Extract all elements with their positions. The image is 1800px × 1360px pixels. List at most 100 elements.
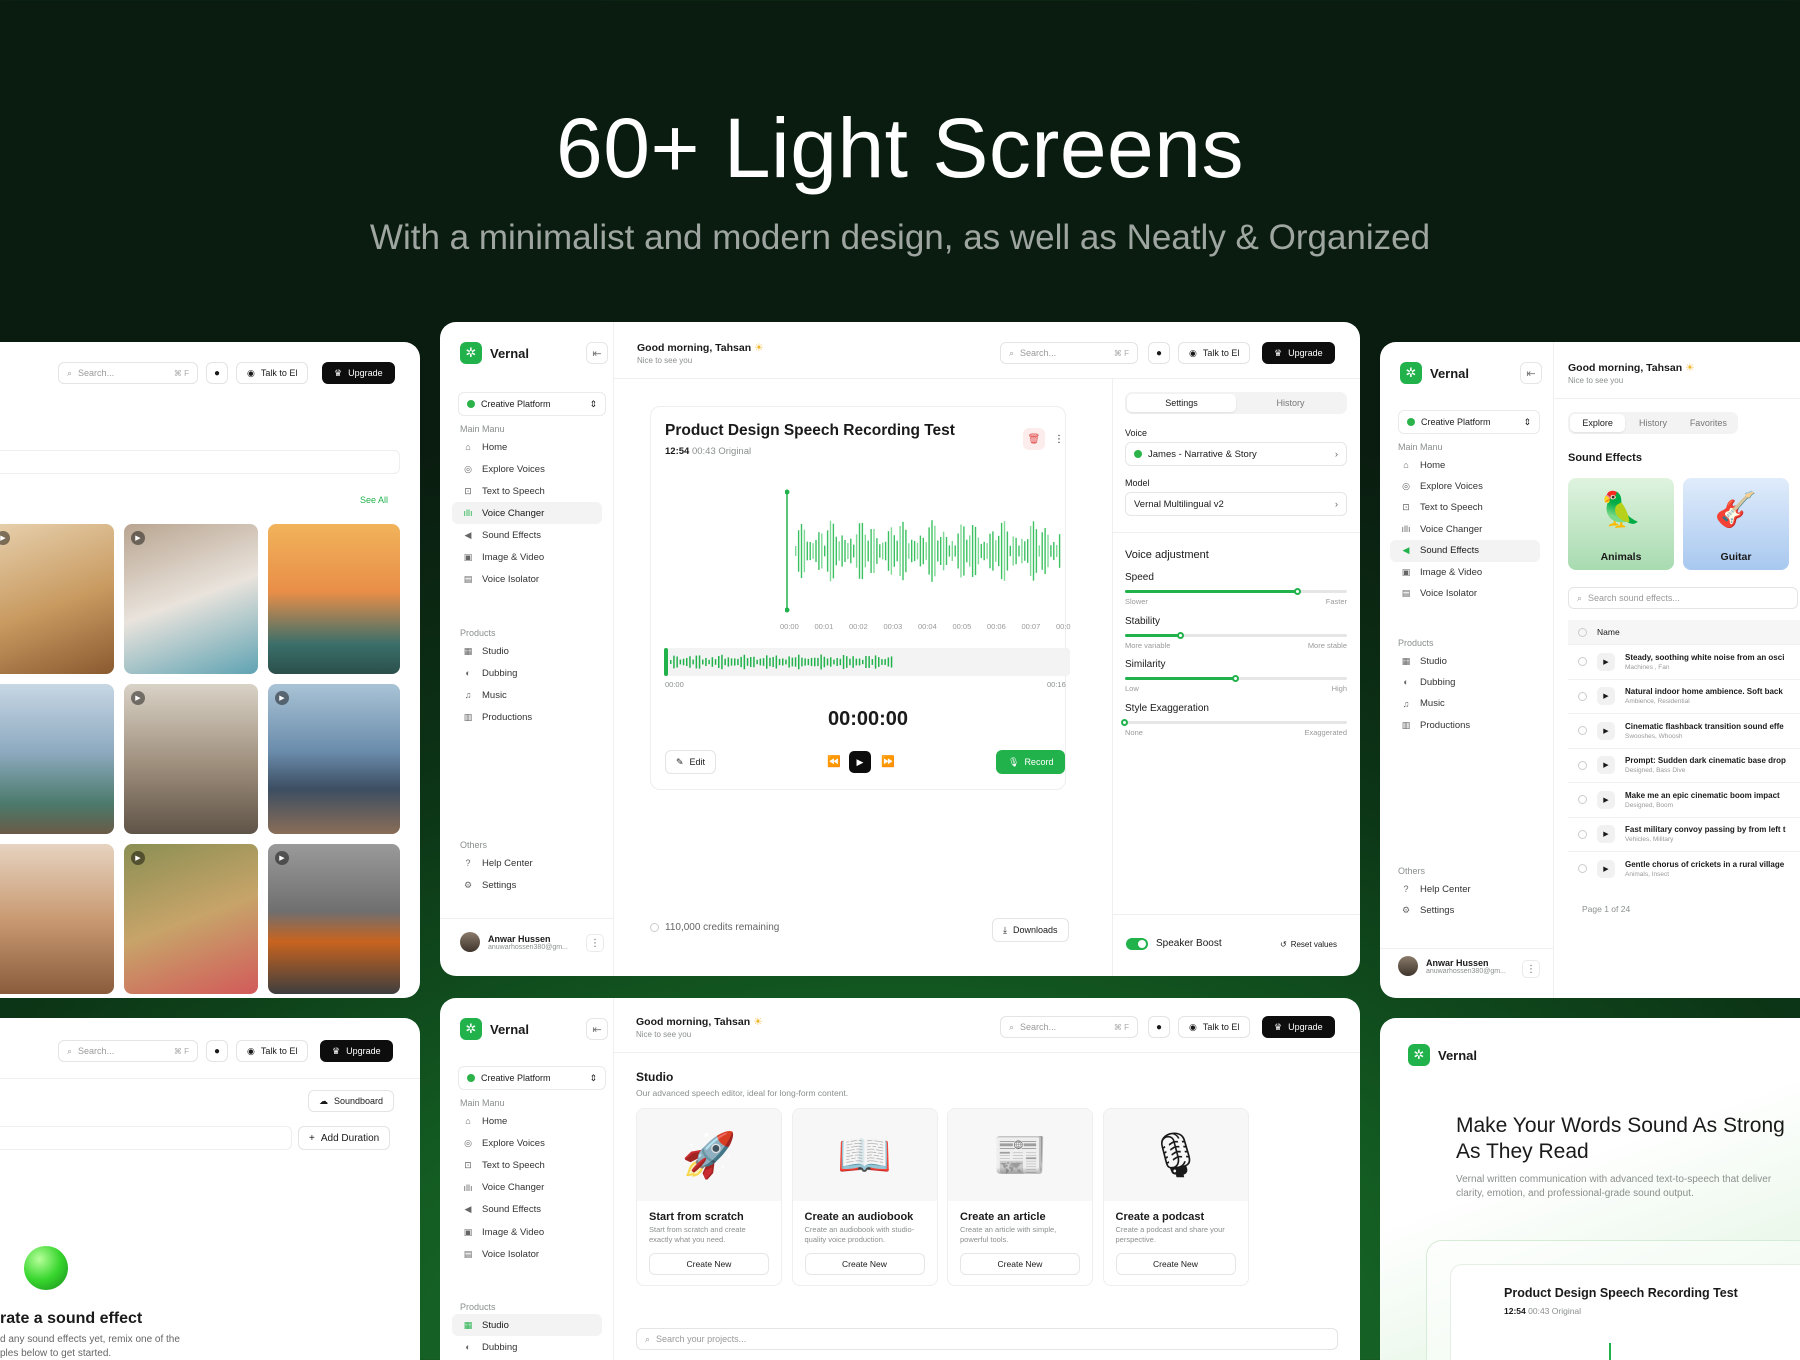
thumb-city[interactable]: ▶ (268, 684, 400, 834)
table-row[interactable]: ▶ Steady, soothing white noise from an os… (1568, 644, 1800, 678)
play-icon[interactable]: ▶ (1597, 756, 1615, 774)
nav-item-dubbing[interactable]: ◐ Dubbing (1390, 671, 1540, 693)
thumb-mountains[interactable] (0, 684, 114, 834)
theme-icon[interactable]: ● (206, 1040, 228, 1062)
search-projects-input[interactable]: ⌕ Search your projects... (636, 1328, 1338, 1350)
nav-item-dubbing[interactable]: ◐ Dubbing (452, 662, 602, 684)
scrubber[interactable] (664, 648, 1070, 676)
nav-item-voice-isolator[interactable]: ▤ Voice Isolator (452, 568, 602, 590)
model-select[interactable]: Vernal Multilingual v2 › (1125, 492, 1347, 516)
nav-item-voice-changer[interactable]: ıllı Voice Changer (1390, 518, 1540, 540)
table-row[interactable]: ▶ Fast military convoy passing by from le… (1568, 816, 1800, 851)
thumb-kitten[interactable]: ▶ (124, 524, 258, 674)
soundboard-button[interactable]: ☁ Soundboard (308, 1090, 395, 1112)
create-new-button[interactable]: Create New (649, 1253, 769, 1275)
search-sound-input[interactable]: ⌕ Search sound effects... (1568, 587, 1798, 609)
talk-to-el-button[interactable]: ◉ Talk to El (236, 1040, 309, 1062)
search-input[interactable]: ⌕ Search... ⌘ F (58, 362, 198, 384)
gallery-input-bar[interactable] (0, 450, 400, 474)
slider-similarity[interactable] (1125, 675, 1347, 682)
play-icon[interactable]: ▶ (1597, 721, 1615, 740)
upgrade-button[interactable]: ♛ Upgrade (1262, 342, 1335, 364)
row-checkbox[interactable] (1578, 864, 1587, 873)
nav-item-voice-isolator[interactable]: ▤ Voice Isolator (452, 1243, 602, 1265)
downloads-button[interactable]: ⤓ Downloads (992, 918, 1069, 942)
table-row[interactable]: ▶ Gentle chorus of crickets in a rural vi… (1568, 851, 1800, 885)
nav-item-voice-isolator[interactable]: ▤ Voice Isolator (1390, 582, 1540, 604)
reset-values-button[interactable]: ↺ Reset values (1280, 940, 1337, 949)
play-icon[interactable]: ▶ (1597, 687, 1615, 705)
see-all-link[interactable]: See All (360, 495, 388, 505)
nav-item-sound-effects[interactable]: ◀ Sound Effects (452, 1199, 602, 1221)
nav-item-explore-voices[interactable]: ◎ Explore Voices (452, 1132, 602, 1154)
studio-card[interactable]: 📖 Create an audiobook Create an audiobook … (791, 1108, 938, 1286)
play-icon[interactable]: ▶ (1597, 652, 1615, 671)
nav-item-sound-effects[interactable]: ◀ Sound Effects (452, 524, 602, 546)
nav-item-explore-voices[interactable]: ◎ Explore Voices (1390, 475, 1540, 497)
nav-item-productions[interactable]: ▥ Productions (452, 706, 602, 728)
nav-item-studio[interactable]: ▦ Studio (452, 640, 602, 662)
slider-knob[interactable] (1232, 675, 1239, 682)
slider-style-exaggeration[interactable] (1121, 718, 1347, 726)
slider-knob[interactable] (1176, 631, 1184, 639)
user-profile[interactable]: Anwar Hussen anuwarhossen380@gm... (460, 932, 568, 952)
nav-item-studio[interactable]: ▦ Studio (452, 1314, 602, 1336)
nav-item-image-video[interactable]: ▣ Image & Video (1390, 561, 1540, 583)
workspace-select[interactable]: Creative Platform ⇕ (458, 392, 606, 416)
theme-icon[interactable]: ● (1148, 342, 1170, 364)
nav-item-home[interactable]: ⌂ Home (452, 436, 602, 458)
nav-item-help-center[interactable]: ? Help Center (1390, 878, 1540, 900)
forward-icon[interactable]: ⏩ (881, 755, 895, 768)
rewind-icon[interactable]: ⏪ (827, 755, 841, 768)
slider-knob[interactable] (1294, 588, 1302, 595)
nav-item-music[interactable]: ♫ Music (452, 684, 602, 706)
delete-icon[interactable]: 🗑 (1023, 428, 1045, 450)
theme-icon[interactable]: ● (1148, 1016, 1170, 1038)
table-row[interactable]: ▶ Natural indoor home ambience. Soft back… (1568, 678, 1800, 713)
thumb-photographer[interactable]: ▶ (124, 844, 258, 994)
more-icon[interactable]: ⋮ (1048, 428, 1070, 450)
nav-item-productions[interactable]: ▥ Productions (1390, 714, 1540, 736)
table-row[interactable]: ▶ Make me an epic cinematic boom impact De… (1568, 782, 1800, 816)
thumb-puppy[interactable]: ▶ (0, 524, 114, 674)
tab-history[interactable]: History (1236, 394, 1345, 412)
talk-to-el-button[interactable]: ◉ Talk to El (236, 362, 309, 384)
speaker-boost-toggle[interactable] (1126, 938, 1148, 950)
thumb-autumn-tree[interactable]: ▶ (268, 844, 400, 994)
thumb-sunset-tree[interactable] (268, 524, 400, 674)
talk-to-el-button[interactable]: ◉ Talk to El (1178, 1016, 1251, 1038)
workspace-select[interactable]: Creative Platform ⇕ (458, 1066, 606, 1090)
add-duration-button[interactable]: + Add Duration (298, 1126, 391, 1150)
tab-history[interactable]: History (1625, 414, 1680, 432)
category-guitar[interactable]: 🎸 Guitar (1683, 478, 1789, 570)
nav-item-settings[interactable]: ⚙ Settings (1390, 899, 1540, 921)
upgrade-button[interactable]: ♛ Upgrade (1262, 1016, 1335, 1038)
create-new-button[interactable]: Create New (960, 1253, 1080, 1275)
nav-item-music[interactable]: ♫ Music (1390, 693, 1540, 715)
table-row[interactable]: ▶ Prompt: Sudden dark cinematic base drop… (1568, 747, 1800, 782)
category-animals[interactable]: 🦜 Animals (1568, 478, 1674, 570)
nav-item-settings[interactable]: ⚙ Settings (452, 874, 602, 896)
prompt-input[interactable] (0, 1126, 292, 1150)
row-checkbox[interactable] (1578, 795, 1587, 804)
collapse-sidebar-icon[interactable]: ⇤ (1520, 362, 1542, 384)
play-icon[interactable]: ▶ (1597, 790, 1615, 809)
slider-speed[interactable] (1125, 588, 1347, 595)
edit-button[interactable]: ✎ Edit (665, 750, 717, 774)
tab-explore[interactable]: Explore (1570, 414, 1626, 432)
studio-card[interactable]: 🚀 Start from scratch Start from scratch an… (636, 1108, 782, 1286)
user-profile[interactable]: Anwar Hussen anuwarhossen380@gm... (1398, 956, 1506, 976)
nav-item-text-to-speech[interactable]: ⊡ Text to Speech (452, 480, 602, 502)
studio-card[interactable]: 📰 Create an article Create an article with… (947, 1108, 1093, 1286)
scrubber-handle[interactable] (664, 648, 668, 676)
slider-knob[interactable] (1121, 718, 1128, 726)
row-checkbox[interactable] (1578, 726, 1587, 735)
workspace-select[interactable]: Creative Platform ⇕ (1398, 410, 1540, 434)
nav-item-text-to-speech[interactable]: ⊡ Text to Speech (1390, 497, 1540, 519)
search-input[interactable]: ⌕ Search... ⌘ F (1000, 342, 1138, 364)
nav-item-explore-voices[interactable]: ◎ Explore Voices (452, 458, 602, 480)
thumb-bridge[interactable]: ▶ (124, 684, 258, 834)
nav-item-text-to-speech[interactable]: ⊡ Text to Speech (452, 1154, 602, 1176)
studio-card[interactable]: 🎙 Create a podcast Create a podcast and sh… (1102, 1108, 1249, 1286)
play-icon[interactable]: ▶ (1597, 859, 1615, 878)
